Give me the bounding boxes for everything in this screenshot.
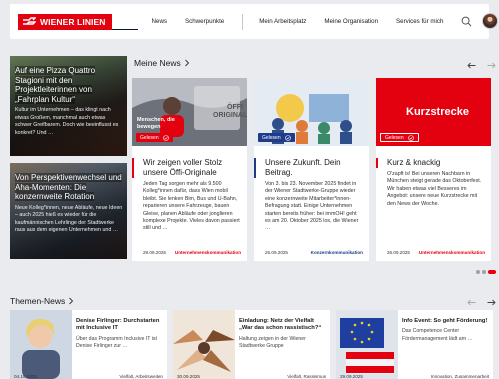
- theme-image-art: [336, 310, 398, 379]
- feature-card-rotation[interactable]: Von Perspektivenwechsel und Aha-Momenten…: [10, 163, 127, 259]
- meine-news-heading[interactable]: Meine News: [134, 58, 190, 68]
- theme-body: Info Event: So geht Förderung! Das Compe…: [402, 318, 489, 343]
- arrow-left-icon[interactable]: [467, 299, 476, 306]
- news-title: Unsere Zukunft. Dein Beitrag.: [254, 158, 363, 178]
- news-text: Jeden Tag sorgen mehr als 9.500 Kolleg*i…: [143, 181, 240, 232]
- image-label: Kurzstrecke: [406, 106, 469, 118]
- nav-schwerpunkte[interactable]: Schwerpunkte: [185, 18, 224, 25]
- chevron-right-icon: [69, 297, 74, 305]
- feature-title: Auf eine Pizza Quattro Stagioni mit den …: [15, 66, 96, 104]
- news-footer: 26.09.2025 Unternehmenskommunikation: [387, 250, 485, 255]
- feature-text: Neue Kolleg*innen, neue Abläufe, neue Id…: [15, 204, 123, 233]
- theme-text: Haltung zeigen in der Wiener Stadtwerke …: [239, 335, 306, 350]
- nav-meine-organisation[interactable]: Meine Organisation: [324, 18, 378, 25]
- check-circle-icon: [284, 134, 291, 141]
- main-nav: News Schwerpunkte Mein Arbeitsplatz Mein…: [152, 4, 462, 39]
- theme-image-art: [173, 310, 235, 379]
- theme-footer: 04.10.2025 Vielfalt, Arbeitsweiten: [14, 374, 163, 379]
- chevron-right-icon: [184, 59, 189, 67]
- read-badge: Gelesen: [136, 133, 173, 142]
- theme-date: 04.10.2025: [14, 374, 37, 379]
- meine-news-title: Meine News: [134, 58, 181, 68]
- carousel-dot[interactable]: [482, 270, 486, 274]
- check-circle-icon: [407, 134, 414, 141]
- news-category[interactable]: Konzernkommunikation: [311, 250, 363, 255]
- news-text: Von 3. bis 23. November 2025 findet in d…: [265, 181, 359, 232]
- logo-mark-icon: [23, 16, 36, 25]
- read-badge: Gelesen: [380, 133, 419, 142]
- logo-underline: [111, 14, 138, 30]
- read-badge: Gelesen: [258, 133, 295, 142]
- logo-text: WIENER LINIEN: [40, 16, 106, 27]
- news-footer: 29.09.2025 Unternehmenskommunikation: [143, 250, 241, 255]
- theme-body: Einladung: Netz der Vielfalt „War das sc…: [239, 318, 326, 350]
- news-card[interactable]: Kurzstrecke Gelesen Kurz & knackig O'zap…: [376, 78, 491, 261]
- nav-divider: [242, 13, 244, 30]
- theme-date: 30.09.2025: [177, 374, 200, 379]
- theme-category[interactable]: Innovation, Zusammenarbeit: [431, 374, 489, 379]
- theme-title: Einladung: Netz der Vielfalt „War das sc…: [239, 318, 322, 332]
- news-body: Unsere Zukunft. Dein Beitrag. Von 3. bis…: [254, 158, 363, 233]
- news-category[interactable]: Unternehmenskommunikation: [419, 250, 485, 255]
- theme-category[interactable]: Vielfalt, Rassismus: [287, 374, 326, 379]
- news-footer: 26.09.2025 Konzernkommunikation: [265, 250, 363, 255]
- theme-body: Denise Firlinger: Durchstarten mit Inclu…: [76, 318, 163, 350]
- feature-card-pizza[interactable]: Auf eine Pizza Quattro Stagioni mit den …: [10, 56, 127, 156]
- news-title: Kurz & knackig: [376, 158, 485, 168]
- search-icon[interactable]: [461, 16, 472, 27]
- news-body: Wir zeigen voller Stolz unsere Öffi-Orig…: [132, 158, 241, 233]
- theme-footer: 29.09.2025 Innovation, Zusammenarbeit: [340, 374, 489, 379]
- image-label: ÖFFI ORIGINALE: [213, 104, 247, 119]
- wiener-linien-logo[interactable]: WIENER LINIEN: [18, 13, 138, 30]
- carousel-pagination: [476, 270, 496, 274]
- theme-card[interactable]: Einladung: Netz der Vielfalt „War das sc…: [173, 310, 330, 379]
- news-text: O'zapft is! Bei unseren Nachbarn in Münc…: [387, 171, 482, 207]
- user-avatar[interactable]: [482, 13, 498, 29]
- badge-label: Gelesen: [385, 134, 404, 141]
- carousel-dot-active[interactable]: [488, 270, 496, 274]
- logo-badge: WIENER LINIEN: [18, 13, 112, 30]
- arrow-right-icon[interactable]: [487, 299, 496, 306]
- news-body: Kurz & knackig O'zapft is! Bei unseren N…: [376, 158, 485, 208]
- news-category[interactable]: Unternehmenskommunikation: [175, 250, 241, 255]
- nav-news[interactable]: News: [152, 18, 167, 25]
- themen-news-heading[interactable]: Themen-News: [10, 296, 74, 306]
- theme-title: Info Event: So geht Förderung!: [402, 318, 488, 324]
- nav-mein-arbeitsplatz[interactable]: Mein Arbeitsplatz: [259, 18, 306, 25]
- theme-image-art: [10, 310, 72, 379]
- news-date: 26.09.2025: [387, 250, 410, 255]
- feature-content: Auf eine Pizza Quattro Stagioni mit den …: [15, 66, 123, 137]
- theme-date: 29.09.2025: [340, 374, 363, 379]
- top-header: WIENER LINIEN News Schwerpunkte Mein Arb…: [10, 4, 498, 39]
- badge-label: Gelesen: [140, 134, 159, 141]
- theme-card[interactable]: Info Event: So geht Förderung! Das Compe…: [336, 310, 493, 379]
- arrow-left-icon[interactable]: [467, 62, 476, 69]
- check-circle-icon: [162, 134, 169, 141]
- theme-text: Das Competence Center Fördermanagement l…: [402, 328, 473, 342]
- news-date: 26.09.2025: [265, 250, 288, 255]
- nav-services[interactable]: Services für mich: [396, 18, 443, 25]
- theme-image: [10, 310, 72, 379]
- carousel-dot[interactable]: [476, 270, 480, 274]
- news-title: Wir zeigen voller Stolz unsere Öffi-Orig…: [132, 158, 241, 178]
- theme-image: [336, 310, 398, 379]
- theme-category[interactable]: Vielfalt, Arbeitsweiten: [119, 374, 163, 379]
- arrow-right-icon[interactable]: [487, 62, 496, 69]
- badge-label: Gelesen: [262, 134, 281, 141]
- news-date: 29.09.2025: [143, 250, 166, 255]
- feature-content: Von Perspektivenwechsel und Aha-Momenten…: [15, 173, 123, 234]
- theme-title: Denise Firlinger: Durchstarten mit Inclu…: [76, 318, 160, 332]
- image-caption: Menschen, die bewegen: [137, 117, 175, 130]
- themen-news-title: Themen-News: [10, 296, 66, 306]
- news-card[interactable]: Gelesen Unsere Zukunft. Dein Beitrag. Vo…: [254, 78, 369, 261]
- theme-text: Über das Programm Inclusive IT ist Denis…: [76, 335, 157, 350]
- news-card[interactable]: Menschen, die bewegen ÖFFI ORIGINALE Gel…: [132, 78, 247, 261]
- theme-card[interactable]: Denise Firlinger: Durchstarten mit Inclu…: [10, 310, 167, 379]
- feature-title: Von Perspektivenwechsel und Aha-Momenten…: [15, 173, 122, 202]
- theme-footer: 30.09.2025 Vielfalt, Rassismus: [177, 374, 326, 379]
- theme-image: [173, 310, 235, 379]
- feature-text: Kultur im Unternehmen – das klingt nach …: [15, 107, 119, 136]
